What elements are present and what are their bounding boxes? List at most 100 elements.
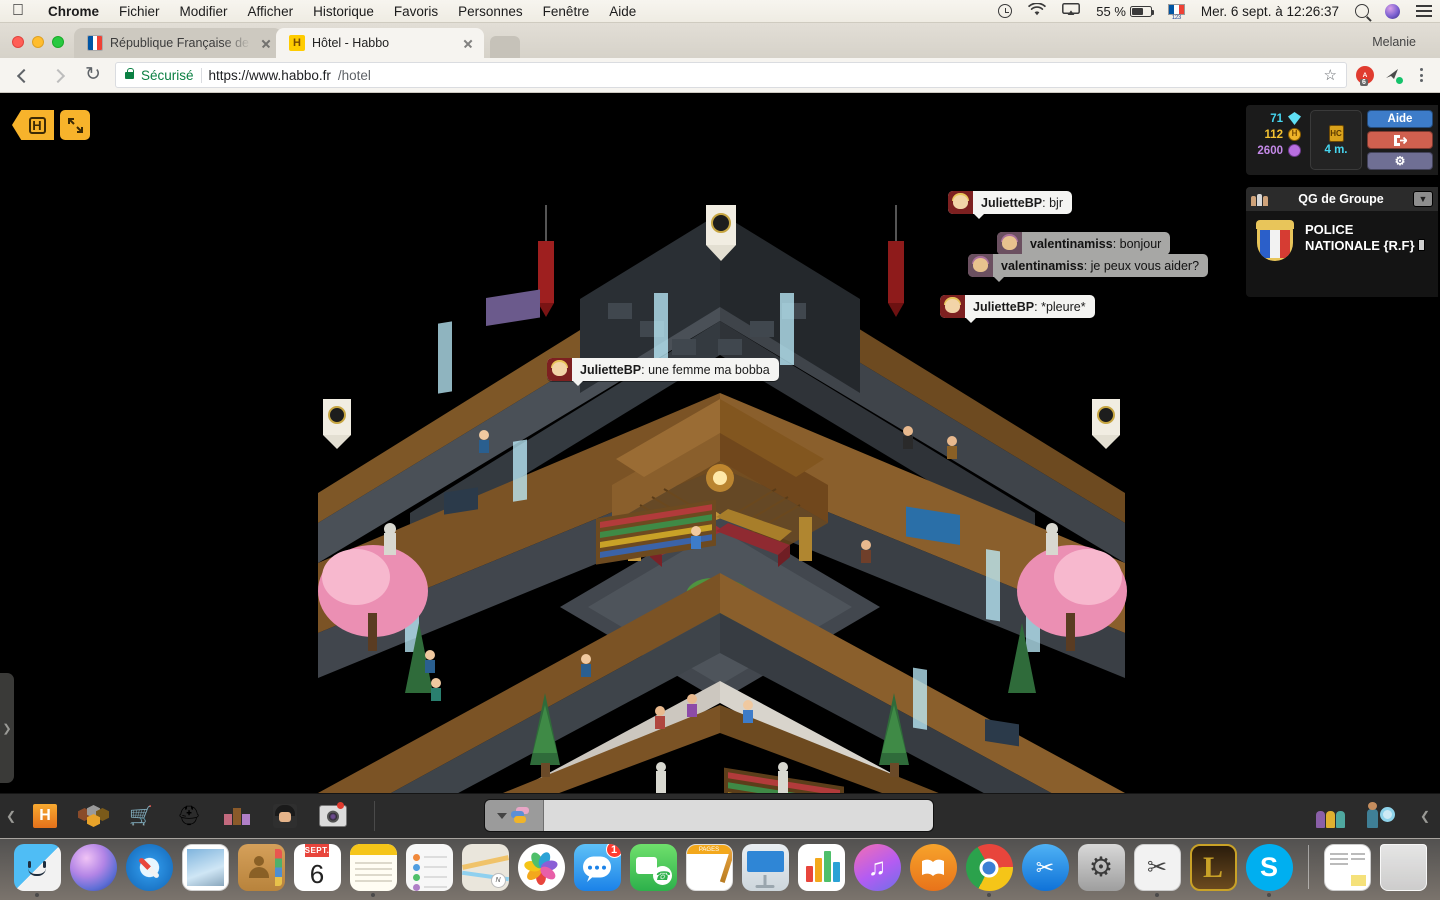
- catalogue-button[interactable]: [76, 801, 110, 831]
- chat-bubble[interactable]: JulietteBP: une femme ma bobba: [547, 358, 779, 386]
- chevron-down-icon[interactable]: ▼: [1413, 191, 1433, 207]
- left-panel-handle[interactable]: ❯: [0, 673, 14, 783]
- skype-icon[interactable]: S: [1245, 844, 1293, 891]
- battery-indicator[interactable]: 55 %: [1096, 4, 1155, 19]
- reminders-icon[interactable]: [405, 844, 453, 891]
- safari-icon[interactable]: [125, 844, 173, 891]
- group-hq-header[interactable]: QG de Groupe ▼: [1246, 187, 1438, 211]
- numbers-icon[interactable]: [797, 844, 845, 891]
- habbo-home-button[interactable]: H: [28, 801, 62, 831]
- chat-input[interactable]: [543, 800, 933, 831]
- habbo-isometric-room[interactable]: [0, 93, 1440, 838]
- adblock-extension-icon[interactable]: A6: [1356, 66, 1374, 86]
- dock-item-keynote[interactable]: [741, 844, 789, 897]
- minimize-window-button[interactable]: [32, 36, 44, 48]
- zoom-window-button[interactable]: [52, 36, 64, 48]
- notification-center-icon[interactable]: [1416, 5, 1432, 17]
- ibooks-icon[interactable]: [909, 844, 957, 891]
- spotlight-search-icon[interactable]: [1355, 4, 1369, 18]
- currency-credits[interactable]: 112 H: [1253, 128, 1301, 141]
- chat-bubble[interactable]: JulietteBP: bjr: [948, 191, 1072, 219]
- dock-item-trash[interactable]: [1379, 844, 1427, 897]
- builders-club-button[interactable]: ⛑: [172, 801, 206, 831]
- toolbar-right-group[interactable]: ❮: [1314, 794, 1440, 839]
- dock-item-system-preferences[interactable]: ⚙: [1077, 844, 1125, 897]
- hud-button-group[interactable]: Aide ⚙: [1367, 110, 1433, 170]
- chat-bubble[interactable]: valentinamiss: je peux vous aider?: [968, 254, 1209, 282]
- mail-icon[interactable]: [181, 844, 229, 891]
- grammar-extension-icon[interactable]: [1383, 65, 1403, 85]
- input-source-flag-icon[interactable]: 123: [1167, 3, 1185, 21]
- dock-item-finder[interactable]: [13, 844, 61, 897]
- dock-item-mail[interactable]: [181, 844, 229, 897]
- trash-icon[interactable]: [1379, 844, 1427, 891]
- dock-item-numbers[interactable]: [797, 844, 845, 897]
- dock-item-siri[interactable]: [69, 844, 117, 897]
- clock-icon[interactable]: [998, 4, 1013, 18]
- chat-bubble[interactable]: valentinamiss: bonjour: [997, 232, 1171, 260]
- star-icon[interactable]: ☆: [1324, 66, 1337, 84]
- keynote-icon[interactable]: [741, 844, 789, 891]
- forward-arrow-icon[interactable]: [45, 62, 71, 88]
- chrome-menu-icon[interactable]: [1412, 66, 1430, 84]
- currency-duckets[interactable]: 2600: [1253, 144, 1301, 157]
- habbo-game-canvas[interactable]: H ❯ JulietteBP: bjr valentinamiss: bonjo…: [0, 93, 1440, 838]
- menu-item-aide[interactable]: Aide: [599, 4, 646, 19]
- contacts-icon[interactable]: [237, 844, 285, 891]
- fullscreen-button[interactable]: [60, 110, 90, 140]
- settings-button[interactable]: ⚙: [1367, 152, 1433, 170]
- camera-button[interactable]: [316, 801, 350, 831]
- dock-item-facetime[interactable]: ☎: [629, 844, 677, 897]
- back-arrow-icon[interactable]: [10, 62, 36, 88]
- calendar-icon[interactable]: SEPT. 6: [293, 844, 341, 891]
- dock-item-safari[interactable]: [125, 844, 173, 897]
- app-store-icon[interactable]: ✂: [1021, 844, 1069, 891]
- address-bar[interactable]: Sécurisé https://www.habbo.fr/hotel ☆: [115, 62, 1347, 88]
- currency-purse[interactable]: 71 112 H 2600: [1251, 110, 1305, 170]
- dock-item-notes[interactable]: [349, 844, 397, 897]
- siri-icon[interactable]: [69, 844, 117, 891]
- toolbar-right-handle[interactable]: ❮: [1414, 794, 1436, 839]
- friends-button[interactable]: [1314, 801, 1348, 831]
- messages-icon[interactable]: 1: [573, 844, 621, 891]
- browser-tab-habbo[interactable]: H Hôtel - Habbo: [276, 28, 484, 58]
- chat-style-button[interactable]: [485, 800, 543, 831]
- facetime-icon[interactable]: ☎: [629, 844, 677, 891]
- close-tab-button[interactable]: [258, 35, 274, 51]
- help-button[interactable]: Aide: [1367, 110, 1433, 128]
- menu-item-afficher[interactable]: Afficher: [238, 4, 304, 19]
- wifi-icon[interactable]: [1028, 2, 1047, 19]
- dock-item-calendar[interactable]: SEPT. 6: [293, 844, 341, 897]
- chrome-icon[interactable]: [965, 844, 1013, 891]
- habbo-hud[interactable]: 71 112 H 2600 HC 4 m. Aide ⚙ QG de Group…: [1244, 103, 1440, 299]
- menu-item-fichier[interactable]: Fichier: [109, 4, 170, 19]
- dock-item-pages[interactable]: PAGES: [685, 844, 733, 897]
- new-tab-button[interactable]: [490, 36, 520, 58]
- reload-icon[interactable]: ↻: [80, 62, 106, 88]
- finder-icon[interactable]: [13, 844, 61, 891]
- window-traffic-lights[interactable]: [0, 36, 74, 58]
- french-police-crest-icon[interactable]: [1254, 220, 1296, 266]
- menu-item-chrome[interactable]: Chrome: [38, 4, 109, 19]
- room-navigation-controls[interactable]: H: [12, 110, 90, 140]
- menu-item-historique[interactable]: Historique: [303, 4, 384, 19]
- siri-icon[interactable]: [1385, 3, 1400, 19]
- itunes-icon[interactable]: ♫: [853, 844, 901, 891]
- browser-tab-republique[interactable]: République Française de Habbo: [74, 28, 282, 58]
- inventory-button[interactable]: [220, 801, 254, 831]
- dock-item-photos[interactable]: [517, 844, 565, 897]
- maps-icon[interactable]: N: [461, 844, 509, 891]
- dock-item-documents-stack[interactable]: [1323, 844, 1371, 897]
- dock-item-contacts[interactable]: [237, 844, 285, 897]
- menu-item-personnes[interactable]: Personnes: [448, 4, 533, 19]
- league-of-legends-icon[interactable]: L: [1189, 844, 1237, 891]
- system-preferences-icon[interactable]: ⚙: [1077, 844, 1125, 891]
- menu-item-fenetre[interactable]: Fenêtre: [533, 4, 600, 19]
- menu-item-favoris[interactable]: Favoris: [384, 4, 448, 19]
- apple-icon[interactable]: : [12, 3, 24, 19]
- dock-item-reminders[interactable]: [405, 844, 453, 897]
- chat-bubble[interactable]: JulietteBP: *pleure*: [940, 295, 1095, 323]
- chat-input-bar[interactable]: [484, 799, 934, 832]
- close-window-button[interactable]: [12, 36, 24, 48]
- menu-item-modifier[interactable]: Modifier: [170, 4, 238, 19]
